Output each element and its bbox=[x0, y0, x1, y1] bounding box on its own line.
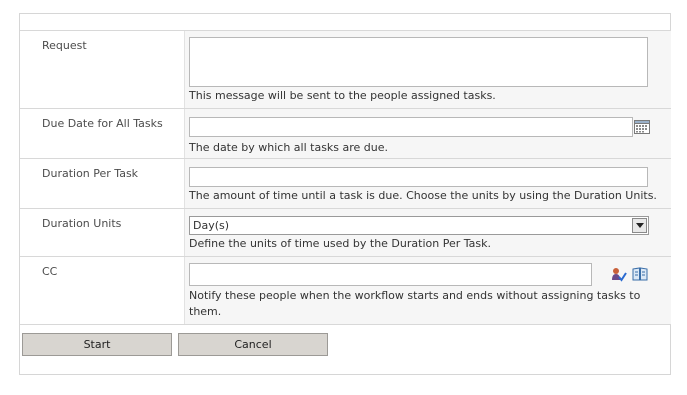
request-description: This message will be sent to the people … bbox=[189, 89, 496, 102]
cc-row: CC Notify these people when the workflow… bbox=[20, 256, 671, 324]
chevron-down-icon[interactable] bbox=[632, 218, 647, 233]
start-button[interactable]: Start bbox=[22, 333, 172, 356]
duration-per-task-input[interactable] bbox=[189, 167, 648, 187]
duration-units-description: Define the units of time used by the Dur… bbox=[189, 237, 491, 250]
check-names-icon[interactable] bbox=[611, 267, 627, 282]
request-label: Request bbox=[42, 39, 87, 52]
duration-units-label: Duration Units bbox=[42, 217, 122, 230]
address-book-icon[interactable] bbox=[632, 267, 648, 281]
cc-input[interactable] bbox=[189, 263, 592, 286]
due-date-input[interactable] bbox=[189, 117, 633, 137]
due-date-row: Due Date for All Tasks The date by which… bbox=[20, 108, 671, 158]
cc-description-line1: Notify these people when the workflow st… bbox=[189, 289, 641, 302]
calendar-icon[interactable] bbox=[634, 120, 650, 134]
duration-per-task-label: Duration Per Task bbox=[42, 167, 139, 180]
request-row: Request This message will be sent to the… bbox=[20, 30, 671, 108]
cc-description-line2: them. bbox=[189, 305, 222, 318]
duration-per-task-row: Duration Per Task The amount of time unt… bbox=[20, 158, 671, 208]
duration-units-select[interactable]: Day(s) bbox=[189, 216, 649, 235]
due-date-label: Due Date for All Tasks bbox=[42, 117, 163, 130]
duration-units-row: Duration Units Day(s) Define the units o… bbox=[20, 208, 671, 256]
form-divider bbox=[20, 324, 671, 325]
cc-label: CC bbox=[42, 265, 58, 278]
due-date-description: The date by which all tasks are due. bbox=[189, 141, 389, 154]
request-textarea[interactable] bbox=[189, 37, 648, 87]
duration-units-selected: Day(s) bbox=[193, 219, 230, 232]
cancel-button[interactable]: Cancel bbox=[178, 333, 328, 356]
duration-per-task-description: The amount of time until a task is due. … bbox=[189, 189, 657, 202]
